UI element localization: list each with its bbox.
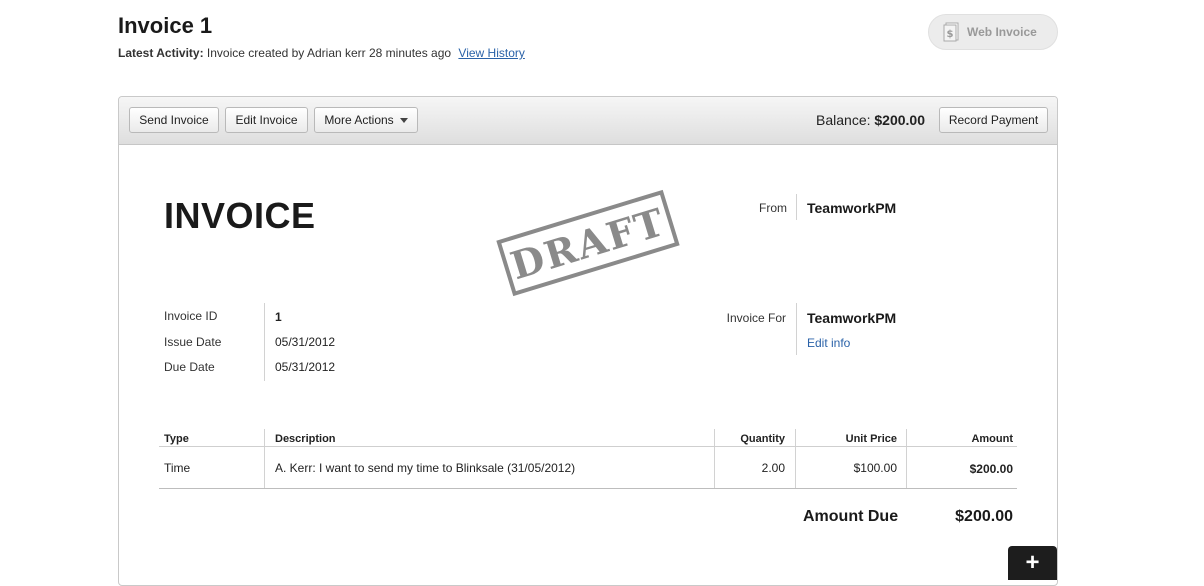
page-title: Invoice 1	[118, 13, 213, 38]
plus-icon: +	[1025, 549, 1040, 576]
column-header-description: Description	[275, 433, 336, 445]
web-invoice-label: Web Invoice	[967, 25, 1037, 39]
column-header-type: Type	[164, 433, 189, 445]
more-actions-button[interactable]: More Actions	[314, 107, 418, 133]
issue-date-label: Issue Date	[164, 335, 222, 349]
balance-value: $200.00	[874, 112, 925, 128]
invoice-id-value: 1	[275, 310, 282, 324]
invoice-for-divider	[796, 303, 797, 355]
balance-label: Balance:	[816, 112, 871, 128]
draft-stamp: DRAFT	[496, 189, 680, 297]
svg-text:$: $	[947, 29, 954, 40]
activity-label: Latest Activity:	[118, 46, 204, 60]
header-rule	[159, 446, 1017, 447]
cell-description: A. Kerr: I want to send my time to Blink…	[275, 461, 576, 475]
cell-unit-price: $100.00	[853, 461, 897, 475]
column-divider	[795, 429, 796, 489]
invoice-toolbar: Send Invoice Edit Invoice More Actions B…	[119, 97, 1057, 145]
send-invoice-button[interactable]: Send Invoice	[129, 107, 219, 133]
issue-date-value: 05/31/2012	[275, 335, 336, 349]
view-history-link[interactable]: View History	[458, 46, 524, 60]
cell-amount: $200.00	[969, 462, 1013, 476]
web-invoice-button[interactable]: $ Web Invoice	[928, 14, 1058, 50]
amount-due-value: $200.00	[955, 508, 1013, 525]
from-divider	[796, 194, 797, 220]
cell-quantity: 2.00	[761, 461, 785, 475]
activity-text: Invoice created by Adrian kerr 28 minute…	[206, 46, 452, 60]
due-date-label: Due Date	[164, 360, 215, 374]
amount-due-label: Amount Due	[803, 508, 899, 525]
record-payment-button[interactable]: Record Payment	[939, 107, 1048, 133]
invoice-panel: Send Invoice Edit Invoice More Actions B…	[118, 96, 1058, 586]
invoice-for-value: TeamworkPM	[807, 310, 897, 326]
column-header-amount: Amount	[971, 433, 1013, 445]
invoice-heading: INVOICE	[164, 195, 316, 236]
add-button[interactable]: +	[1008, 546, 1057, 580]
column-header-quantity: Quantity	[740, 433, 785, 445]
column-divider	[264, 429, 265, 489]
details-divider	[264, 303, 265, 381]
cell-type: Time	[164, 461, 191, 475]
more-actions-label: More Actions	[324, 113, 394, 127]
due-date-value: 05/31/2012	[275, 360, 336, 374]
caret-down-icon	[399, 117, 408, 123]
column-divider	[906, 429, 907, 489]
latest-activity: Latest Activity: Invoice created by Adri…	[118, 46, 525, 60]
invoice-for-label: Invoice For	[726, 311, 786, 325]
invoice-dollar-icon: $	[943, 22, 959, 42]
column-divider	[714, 429, 715, 489]
balance: Balance: $200.00	[816, 112, 925, 128]
total-rule	[159, 488, 1017, 489]
from-label: From	[759, 201, 787, 215]
column-header-unit-price: Unit Price	[845, 433, 897, 445]
edit-invoice-button[interactable]: Edit Invoice	[225, 107, 308, 133]
invoice-id-label: Invoice ID	[164, 309, 218, 323]
from-value: TeamworkPM	[807, 200, 897, 216]
edit-info-link[interactable]: Edit info	[807, 336, 850, 350]
